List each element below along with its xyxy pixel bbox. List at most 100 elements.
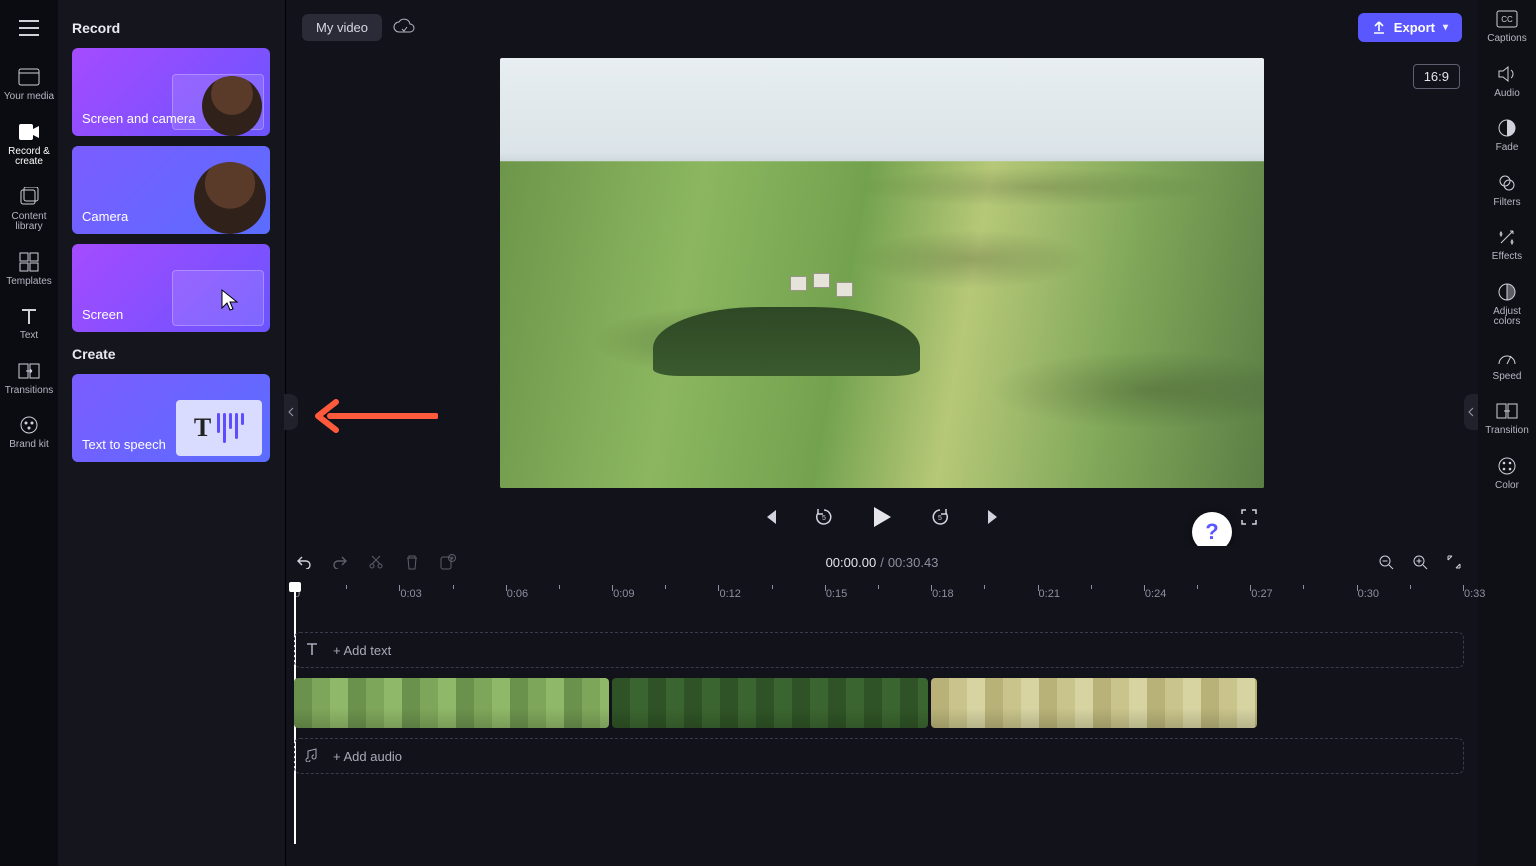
timecode-current: 00:00.00 (826, 555, 877, 570)
audio-track[interactable]: + Add audio (294, 738, 1464, 774)
sidebar-item-text[interactable]: Text (1, 305, 57, 342)
right-item-label: Adjust colors (1479, 307, 1535, 328)
skip-start-button[interactable] (757, 504, 783, 530)
zoom-fit-button[interactable] (1444, 552, 1464, 572)
filters-icon (1496, 172, 1518, 194)
transitions-icon (18, 360, 40, 382)
undo-button[interactable] (294, 552, 314, 572)
sidebar-item-transitions[interactable]: Transitions (1, 360, 57, 397)
tracks: + Add text + Add audio (294, 632, 1464, 774)
timeline-toolbar: 00:00.00 / 00:30.43 (294, 552, 1464, 572)
cloud-sync-icon[interactable] (390, 13, 418, 41)
add-audio-label: + Add audio (333, 749, 402, 764)
card-label: Screen and camera (82, 111, 195, 126)
right-item-label: Effects (1492, 252, 1522, 263)
zoom-in-button[interactable] (1410, 552, 1430, 572)
sidebar-item-label: Text (20, 331, 38, 342)
project-title[interactable]: My video (302, 14, 382, 41)
window-mini-icon (172, 270, 264, 326)
ruler-tick: 0:24 (1145, 588, 1166, 600)
sidebar-item-brand-kit[interactable]: Brand kit (1, 414, 57, 451)
text-icon (18, 305, 40, 327)
sidebar-item-content-library[interactable]: Content library (1, 186, 57, 233)
text-icon (305, 642, 321, 658)
svg-text:5: 5 (938, 515, 942, 522)
right-item-speed[interactable]: Speed (1479, 346, 1535, 383)
fullscreen-button[interactable] (1236, 504, 1262, 530)
sidebar-item-label: Record & create (1, 147, 57, 168)
chevron-down-icon: ▾ (1443, 22, 1448, 33)
right-item-transition[interactable]: Transition (1479, 400, 1535, 437)
right-item-fade[interactable]: Fade (1479, 117, 1535, 154)
text-track[interactable]: + Add text (294, 632, 1464, 668)
sidebar-item-templates[interactable]: Templates (1, 251, 57, 288)
aspect-ratio-button[interactable]: 16:9 (1413, 64, 1460, 89)
card-screen[interactable]: Screen (72, 244, 270, 332)
right-item-captions[interactable]: CC Captions (1479, 8, 1535, 45)
right-item-audio[interactable]: Audio (1479, 63, 1535, 100)
export-label: Export (1394, 20, 1435, 35)
upload-icon (1372, 20, 1386, 34)
video-track[interactable] (294, 678, 1464, 728)
svg-text:5: 5 (822, 515, 826, 522)
card-camera[interactable]: Camera (72, 146, 270, 234)
hamburger-menu[interactable] (9, 8, 49, 48)
right-item-filters[interactable]: Filters (1479, 172, 1535, 209)
export-button[interactable]: Export ▾ (1358, 13, 1462, 42)
rewind-5-button[interactable]: 5 (811, 504, 837, 530)
ruler-tick: 0:18 (932, 588, 953, 600)
right-item-label: Speed (1493, 372, 1522, 383)
split-button (366, 552, 386, 572)
speed-icon (1496, 346, 1518, 368)
forward-5-button[interactable]: 5 (927, 504, 953, 530)
fade-icon (1496, 117, 1518, 139)
color-icon (1496, 455, 1518, 477)
card-text-to-speech[interactable]: T Text to speech (72, 374, 270, 462)
transport-controls: 5 5 ? (500, 488, 1264, 546)
right-item-label: Fade (1496, 143, 1519, 154)
ruler-tick: 0:12 (719, 588, 740, 600)
ruler-tick: 0:21 (1039, 588, 1060, 600)
audio-icon (1496, 63, 1518, 85)
ruler-tick: 0:30 (1358, 588, 1379, 600)
right-item-color[interactable]: Color (1479, 455, 1535, 492)
right-item-label: Filters (1493, 198, 1520, 209)
chevron-left-icon (1468, 407, 1474, 417)
add-clip-button (438, 552, 458, 572)
svg-text:CC: CC (1501, 15, 1513, 24)
tts-icon: T (176, 400, 262, 456)
video-clip[interactable] (931, 678, 1257, 728)
sidebar-item-label: Transitions (5, 386, 54, 397)
cursor-icon (220, 288, 240, 312)
right-item-label: Transition (1485, 426, 1529, 437)
transition-icon (1496, 400, 1518, 422)
brand-kit-icon (18, 414, 40, 436)
right-rail: CC Captions Audio Fade Filters Effects A… (1478, 0, 1536, 866)
avatar-icon (194, 162, 266, 234)
card-label: Text to speech (82, 437, 166, 452)
library-icon (18, 186, 40, 208)
main-area: My video Export ▾ 16:9 5 5 (286, 0, 1478, 866)
skip-end-button[interactable] (981, 504, 1007, 530)
right-item-adjust-colors[interactable]: Adjust colors (1479, 281, 1535, 328)
play-button[interactable] (865, 500, 899, 534)
right-item-label: Audio (1494, 89, 1520, 100)
video-clip[interactable] (612, 678, 928, 728)
card-screen-and-camera[interactable]: Screen and camera (72, 48, 270, 136)
video-preview[interactable] (500, 58, 1264, 488)
ruler-tick: 0:06 (507, 588, 528, 600)
ruler-tick: 0:03 (400, 588, 421, 600)
video-clip[interactable] (294, 678, 609, 728)
expand-right-panel-button[interactable] (1464, 394, 1478, 430)
right-item-label: Captions (1487, 34, 1526, 45)
timecode-total: 00:30.43 (888, 555, 939, 570)
zoom-out-button[interactable] (1376, 552, 1396, 572)
right-item-effects[interactable]: Effects (1479, 226, 1535, 263)
ruler[interactable]: 00:030:060:090:120:150:180:210:240:270:3… (294, 588, 1464, 614)
ruler-tick: 0:27 (1251, 588, 1272, 600)
sidebar-item-record-create[interactable]: Record & create (1, 121, 57, 168)
sidebar-item-label: Brand kit (9, 440, 48, 451)
record-heading: Record (72, 20, 273, 36)
sidebar-item-your-media[interactable]: Your media (1, 66, 57, 103)
card-label: Camera (82, 209, 128, 224)
